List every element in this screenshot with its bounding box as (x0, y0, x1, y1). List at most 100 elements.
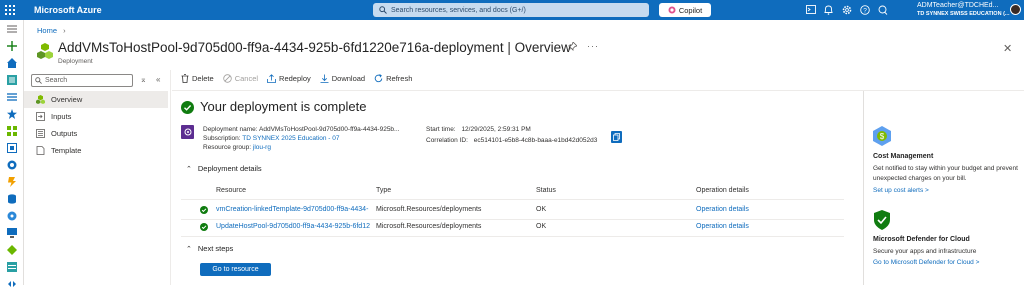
home-icon[interactable] (0, 54, 24, 71)
all-services-icon[interactable] (0, 88, 24, 105)
cosmos-db-icon[interactable] (0, 207, 24, 224)
virtual-machines-icon[interactable] (0, 224, 24, 241)
menu-item-label: Template (51, 146, 82, 155)
menu-item-template[interactable]: Template (24, 142, 168, 159)
all-resources-icon[interactable] (0, 122, 24, 139)
title-separator: | (507, 40, 511, 55)
close-icon[interactable]: ✕ (1003, 42, 1012, 55)
favorites-star-icon[interactable] (0, 105, 24, 122)
breadcrumb: Home › (37, 26, 66, 35)
portal-menu-icon[interactable] (0, 0, 20, 20)
copy-icon[interactable] (611, 131, 622, 143)
redeploy-label: Redeploy (279, 74, 311, 83)
subscription-label: Subscription: (203, 135, 241, 142)
success-check-icon (200, 223, 208, 231)
resource-group-label: Resource group: (203, 144, 252, 151)
operation-details-link[interactable]: Operation details (696, 206, 749, 213)
redeploy-button[interactable]: Redeploy (267, 74, 311, 83)
download-label: Download (331, 74, 366, 83)
cancel-button[interactable]: Cancel (222, 74, 259, 83)
overview-icon (36, 95, 45, 104)
virtual-networks-icon[interactable] (0, 275, 24, 292)
template-icon (36, 146, 45, 155)
dashboard-icon[interactable] (0, 71, 24, 88)
pin-icon[interactable] (567, 41, 578, 53)
subscription-link[interactable]: TD SYNNEX 2025 Education - 07 (242, 135, 339, 142)
correlation-id-value: ec514101-e5b8-4c8b-baaa-e1bd42d052d3 (473, 137, 598, 144)
expand-menu-icon[interactable] (0, 20, 24, 37)
resource-menu-search-input[interactable]: Search (31, 74, 133, 87)
menu-item-overview[interactable]: Overview (24, 91, 168, 108)
resource-group-link[interactable]: jlou-rg (253, 144, 271, 151)
deployment-details-toggle[interactable]: ⌃ Deployment details (186, 164, 262, 173)
resource-link[interactable]: UpdateHostPool-9d705d00-ff9a-4434-925b-6… (216, 223, 370, 230)
table-row: UpdateHostPool-9d705d00-ff9a-4434-925b-6… (181, 219, 844, 236)
deployment-cubes-icon (37, 43, 53, 59)
help-icon[interactable]: ? (858, 3, 871, 16)
collapse-menu-icon[interactable]: « (156, 75, 160, 84)
delete-button[interactable]: Delete (181, 74, 214, 83)
correlation-id-row: Correlation ID: ec514101-e5b8-4c8b-baaa-… (426, 136, 597, 145)
more-options-icon[interactable]: ··· (587, 41, 599, 51)
account-info[interactable]: ADMTeacher@TDCHEd... TD SYNNEX SWISS EDU… (917, 2, 1010, 18)
start-time-row: Start time: 12/29/2025, 2:59:31 PM (426, 125, 531, 134)
refresh-icon (374, 74, 383, 83)
cost-alerts-link[interactable]: Set up cost alerts > (873, 187, 929, 194)
column-header-resource: Resource (216, 187, 246, 194)
app-services-icon[interactable] (0, 156, 24, 173)
next-steps-toggle[interactable]: ⌃ Next steps (186, 244, 233, 253)
sql-database-icon[interactable] (0, 190, 24, 207)
storage-accounts-icon[interactable] (0, 258, 24, 275)
breadcrumb-home[interactable]: Home (37, 26, 57, 35)
cancel-label: Cancel (234, 74, 259, 83)
feedback-icon[interactable] (876, 3, 889, 16)
start-time-label: Start time: (426, 126, 456, 133)
svg-text:?: ? (863, 7, 867, 14)
avatar[interactable] (1010, 4, 1021, 15)
defender-link[interactable]: Go to Microsoft Defender for Cloud > (873, 259, 979, 266)
success-check-icon (200, 206, 208, 214)
next-steps-heading: Next steps (197, 244, 234, 253)
cost-management-title: Cost Management (873, 153, 934, 160)
create-resource-icon[interactable] (0, 37, 24, 54)
success-check-icon (181, 101, 194, 114)
deployment-details-heading: Deployment details (197, 164, 262, 173)
search-icon (379, 6, 387, 14)
outputs-icon (36, 129, 45, 138)
refresh-button[interactable]: Refresh (374, 74, 412, 83)
settings-gear-icon[interactable] (840, 3, 853, 16)
menu-item-outputs[interactable]: Outputs (24, 125, 168, 142)
go-to-resource-button[interactable]: Go to resource (200, 263, 271, 276)
download-icon (320, 74, 329, 83)
resource-type-subtitle: Deployment (58, 58, 93, 65)
inputs-icon (36, 112, 45, 121)
expand-collapse-icon[interactable]: ⌅ (140, 75, 147, 84)
defender-shield-icon (874, 210, 890, 230)
resource-link[interactable]: vmCreation-linkedTemplate-9d705d00-ff9a-… (216, 206, 368, 213)
load-balancer-icon[interactable] (0, 241, 24, 258)
resource-group-row: Resource group: jlou-rg (203, 143, 271, 152)
search-placeholder: Search resources, services, and docs (G+… (391, 6, 526, 14)
column-header-status: Status (536, 187, 556, 194)
download-button[interactable]: Download (320, 74, 365, 83)
operation-details-link[interactable]: Operation details (696, 223, 749, 230)
resource-status: OK (536, 223, 547, 230)
cost-management-icon: $ (873, 126, 891, 146)
view-title: Overview (514, 40, 571, 55)
global-search-input[interactable]: Search resources, services, and docs (G+… (373, 3, 649, 17)
menu-item-inputs[interactable]: Inputs (24, 108, 168, 125)
copilot-button[interactable]: Copilot (659, 3, 711, 17)
resource-search-placeholder: Search (45, 77, 68, 84)
deployment-title: AddVMsToHostPool-9d705d00-ff9a-4434-925b… (58, 40, 504, 55)
deployment-name-value: AddVMsToHostPool-9d705d00-ff9a-4434-925b… (259, 126, 400, 133)
notifications-icon[interactable] (822, 3, 835, 16)
chevron-up-icon: ⌃ (186, 165, 192, 173)
start-time-value: 12/29/2025, 2:59:31 PM (461, 126, 531, 133)
subscription-row: Subscription: TD SYNNEX 2025 Education -… (203, 134, 339, 143)
resource-groups-icon[interactable] (0, 139, 24, 156)
brand-name[interactable]: Microsoft Azure (34, 5, 102, 15)
table-row: vmCreation-linkedTemplate-9d705d00-ff9a-… (181, 202, 844, 219)
search-icon (35, 77, 42, 84)
function-app-icon[interactable] (0, 173, 24, 190)
cloud-shell-icon[interactable] (804, 3, 817, 16)
